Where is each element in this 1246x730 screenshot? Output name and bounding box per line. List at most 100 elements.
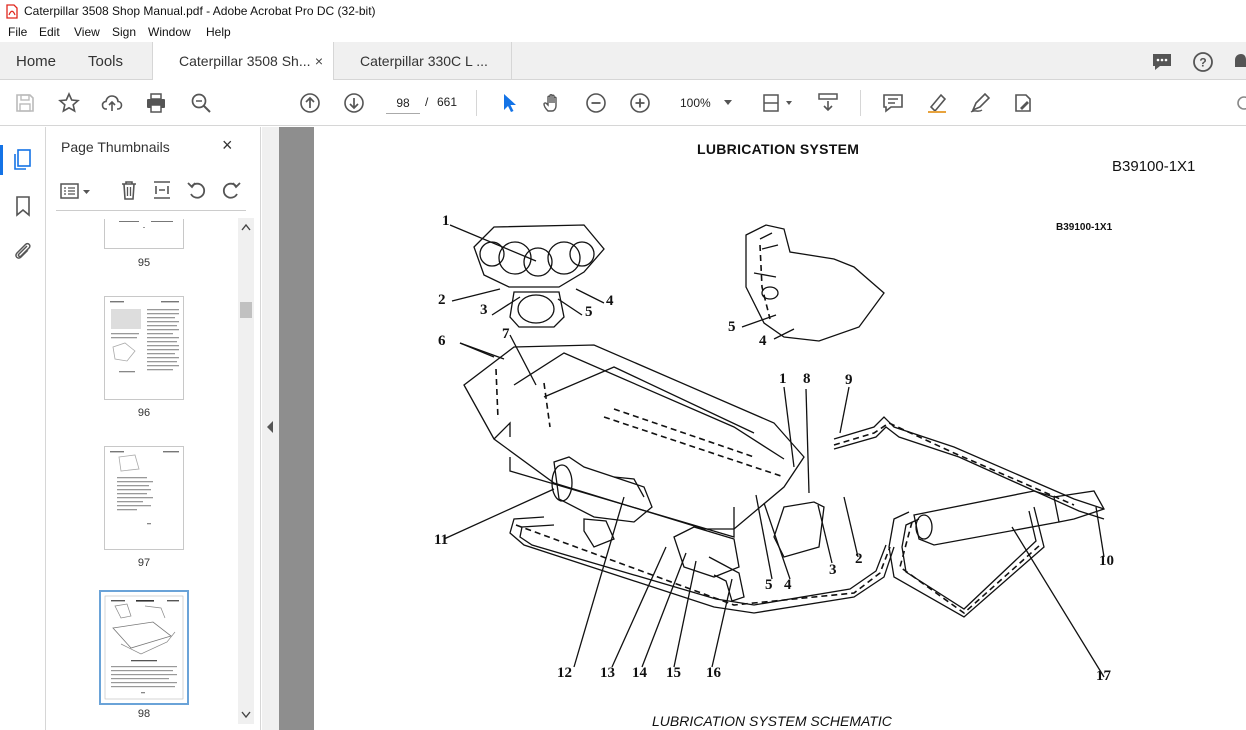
bookmarks-icon[interactable] (14, 195, 32, 217)
menu-help[interactable]: Help (206, 25, 231, 39)
tab-bar: Home Tools Caterpillar 3508 Sh... × Cate… (0, 42, 1246, 81)
callout-label: 6 (438, 333, 446, 349)
zoom-value: 100% (680, 96, 711, 110)
callout-label: 2 (438, 292, 446, 308)
callout-label: 15 (666, 665, 681, 681)
page-total: 661 (437, 95, 458, 109)
menu-bar: File Edit View Sign Window Help (0, 24, 1246, 42)
callout-label: 5 (765, 577, 773, 593)
extract-page-icon[interactable] (151, 179, 173, 201)
rotate-left-icon[interactable] (186, 179, 208, 201)
callout-label: 16 (706, 665, 721, 681)
page-separator: / (425, 95, 429, 109)
callout-label: 3 (480, 302, 488, 318)
upload-cloud-icon[interactable] (101, 92, 123, 114)
callout-label: 5 (585, 304, 593, 320)
toolbar-divider (860, 90, 861, 116)
scroll-mode-icon[interactable] (816, 92, 840, 114)
menu-window[interactable]: Window (148, 25, 191, 39)
print-icon[interactable] (145, 92, 167, 114)
scroll-down-icon[interactable] (241, 711, 251, 719)
callout-label: 9 (845, 372, 853, 388)
delete-page-icon[interactable] (118, 179, 140, 201)
toolbar-divider (476, 90, 477, 116)
comment-icon[interactable] (1151, 52, 1173, 72)
title-bar: Caterpillar 3508 Shop Manual.pdf - Adobe… (0, 0, 1246, 24)
callout-label: 5 (728, 319, 736, 335)
thumbnail-label: 95 (137, 257, 151, 269)
zoom-out-icon[interactable] (585, 92, 607, 114)
active-indicator (0, 145, 3, 175)
thumbnail-page-96[interactable] (104, 296, 184, 400)
previous-page-icon[interactable] (299, 92, 321, 114)
tab-document-active-label: Caterpillar 3508 Sh... (179, 53, 311, 69)
left-navigation-rail (0, 127, 46, 730)
menu-sign[interactable]: Sign (112, 25, 136, 39)
select-cursor-icon[interactable] (498, 92, 520, 114)
callout-label: 3 (829, 562, 837, 578)
close-tab-icon[interactable]: × (315, 42, 323, 80)
menu-file[interactable]: File (8, 25, 27, 39)
help-icon[interactable]: ? (1192, 51, 1214, 73)
zoom-select[interactable]: 100% (676, 92, 738, 114)
callout-label: 1 (442, 213, 450, 229)
svg-text:?: ? (1199, 56, 1206, 70)
menu-view[interactable]: View (74, 25, 100, 39)
tab-document-active[interactable]: Caterpillar 3508 Sh... × (152, 42, 334, 81)
panel-collapse-strip[interactable] (262, 127, 279, 730)
rotate-right-icon[interactable] (220, 179, 242, 201)
panel-toolbar (56, 175, 246, 211)
edit-pdf-icon[interactable] (1012, 92, 1034, 114)
thumbnail-content (110, 451, 179, 525)
thumbnail-label: 96 (137, 407, 151, 419)
scroll-up-icon[interactable] (241, 223, 251, 231)
scroll-thumb[interactable] (240, 302, 252, 318)
find-icon[interactable] (190, 92, 212, 114)
callout-label: 4 (759, 333, 767, 349)
share-link-icon[interactable] (1234, 94, 1246, 112)
callout-label: 17 (1096, 668, 1111, 684)
bookmark-star-icon[interactable] (58, 92, 80, 114)
acrobat-logo-icon (6, 4, 18, 19)
window-title: Caterpillar 3508 Shop Manual.pdf - Adobe… (24, 4, 376, 18)
callout-label: 11 (434, 532, 449, 548)
thumbnail-page-97[interactable] (104, 446, 184, 550)
thumbnail-label: 97 (137, 557, 151, 569)
callout-label: 7 (502, 326, 510, 342)
page-display-icon[interactable] (762, 92, 796, 114)
callout-label: 12 (557, 665, 572, 681)
toolbar: 98 / 661 100% (0, 80, 1246, 126)
page-number-input[interactable]: 98 (386, 92, 420, 114)
thumbnail-page-95[interactable] (104, 219, 184, 249)
next-page-icon[interactable] (343, 92, 365, 114)
thumbnail-content (110, 301, 179, 373)
highlight-pen-icon[interactable] (926, 92, 948, 114)
page-thumbnails-icon[interactable] (12, 148, 34, 172)
pdf-page: LUBRICATION SYSTEM B39100-1X1 B39100-1X1 (314, 127, 1246, 730)
callout-label: 2 (855, 551, 863, 567)
lubrication-schematic-drawing (443, 224, 1105, 678)
zoom-in-icon[interactable] (629, 92, 651, 114)
tab-home[interactable]: Home (16, 53, 56, 70)
sign-pen-icon[interactable] (969, 92, 991, 114)
callout-label: 1 (779, 371, 787, 387)
notification-icon[interactable] (1232, 51, 1246, 73)
thumbnail-scrollbar[interactable] (238, 218, 254, 724)
close-panel-icon[interactable]: × (222, 135, 233, 156)
tab-tools[interactable]: Tools (88, 53, 123, 70)
chevron-down-icon (724, 100, 732, 105)
callout-label: 4 (606, 293, 614, 309)
save-icon[interactable] (14, 92, 36, 114)
hand-tool-icon[interactable] (541, 92, 563, 114)
collapse-arrow-icon[interactable] (266, 421, 274, 433)
add-comment-icon[interactable] (882, 92, 904, 114)
panel-title: Page Thumbnails (61, 139, 170, 155)
thumbnail-options-icon[interactable] (60, 181, 92, 201)
page-thumbnails-panel: Page Thumbnails × 95 96 97 98 (46, 127, 261, 730)
tab-document-inactive[interactable]: Caterpillar 330C L ... (334, 42, 512, 80)
callout-label: 13 (600, 665, 615, 681)
callout-label: 4 (784, 577, 792, 593)
menu-edit[interactable]: Edit (39, 25, 60, 39)
thumbnail-page-98-selected[interactable] (99, 590, 189, 705)
attachments-icon[interactable] (12, 240, 34, 262)
